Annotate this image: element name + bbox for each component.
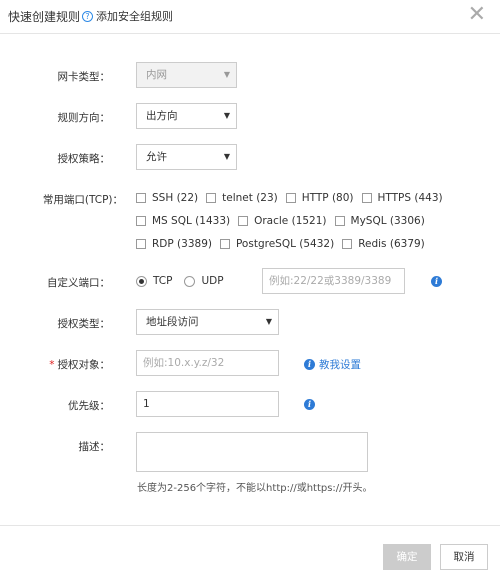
- checkbox-box[interactable]: [136, 193, 146, 203]
- nic-type-value: 内网: [146, 69, 167, 81]
- description-textarea[interactable]: [136, 432, 368, 472]
- port-checkbox-postgresql[interactable]: PostgreSQL (5432): [219, 238, 335, 250]
- checkbox-box[interactable]: [219, 239, 230, 249]
- priority-input[interactable]: 1: [136, 391, 279, 417]
- direction-select[interactable]: 出方向 ▼: [136, 103, 237, 129]
- port-label: MySQL (3306): [350, 215, 425, 227]
- port-label: Redis (6379): [358, 238, 425, 250]
- radio-circle-selected[interactable]: [136, 275, 147, 287]
- port-checkbox-ssh[interactable]: SSH (22): [136, 192, 198, 204]
- info-circle-icon[interactable]: i: [431, 276, 442, 287]
- common-ports-label: 常用端口(TCP)：: [42, 194, 123, 206]
- auth-type-select[interactable]: 地址段访问 ▼: [136, 309, 279, 335]
- info-circle-icon[interactable]: i: [304, 399, 315, 410]
- port-checkbox-mysql[interactable]: MySQL (3306): [334, 215, 425, 227]
- policy-select[interactable]: 允许 ▼: [136, 144, 237, 170]
- port-label: HTTP (80): [301, 192, 354, 204]
- direction-label: 规则方向：: [57, 112, 111, 124]
- port-label: HTTPS (443): [377, 192, 443, 204]
- custom-port-input[interactable]: 例如:22/22或3389/3389: [262, 268, 405, 294]
- checkbox-box[interactable]: [342, 239, 353, 249]
- direction-value: 出方向: [146, 110, 178, 122]
- ports-row-1: SSH (22) telnet (23) HTTP (80) HTTPS (44…: [136, 192, 451, 204]
- checkbox-box[interactable]: [136, 239, 146, 249]
- checkbox-box[interactable]: [285, 193, 296, 203]
- auth-type-label: 授权类型：: [57, 318, 111, 330]
- auth-object-label-text: 授权对象：: [57, 359, 111, 371]
- help-link-wrap[interactable]: ? 添加安全组规则: [82, 8, 173, 24]
- nic-type-label: 网卡类型：: [57, 71, 111, 83]
- question-circle-icon: ?: [82, 10, 93, 22]
- nic-type-select: 内网 ▼: [136, 62, 237, 88]
- port-checkbox-oracle[interactable]: Oracle (1521): [238, 215, 327, 227]
- ports-row-2: MS SQL (1433) Oracle (1521) MySQL (3306): [136, 215, 433, 227]
- checkbox-box[interactable]: [334, 216, 345, 226]
- radio-label: TCP: [153, 275, 173, 287]
- ports-row-3: RDP (3389) PostgreSQL (5432) Redis (6379…: [136, 238, 433, 250]
- port-label: MS SQL (1433): [152, 215, 231, 227]
- port-label: PostgreSQL (5432): [235, 238, 335, 250]
- priority-label: 优先级：: [68, 400, 110, 412]
- radio-circle[interactable]: [184, 275, 196, 287]
- checkbox-box[interactable]: [206, 193, 217, 203]
- auth-object-input[interactable]: 例如:10.x.y.z/32: [136, 350, 279, 376]
- teach-me-link[interactable]: i 教我设置: [304, 357, 361, 372]
- auth-object-label: * 授权对象：: [0, 357, 110, 372]
- port-label: telnet (23): [222, 192, 278, 204]
- port-checkbox-https[interactable]: HTTPS (443): [361, 192, 443, 204]
- port-label: SSH (22): [152, 192, 199, 204]
- port-label: Oracle (1521): [254, 215, 327, 227]
- confirm-button[interactable]: 确定: [383, 544, 431, 570]
- info-circle-icon: i: [304, 359, 315, 370]
- port-checkbox-http[interactable]: HTTP (80): [285, 192, 354, 204]
- dialog-header: 快速创建规则 ? 添加安全组规则 ✕: [0, 0, 500, 34]
- policy-label: 授权策略：: [57, 153, 111, 165]
- caret-down-icon: ▼: [223, 152, 230, 161]
- port-label: RDP (3389): [152, 238, 212, 250]
- port-checkbox-rdp[interactable]: RDP (3389): [136, 238, 212, 250]
- custom-port-label: 自定义端口：: [47, 277, 110, 289]
- dialog-title: 快速创建规则: [8, 10, 81, 24]
- description-hint: 长度为2-256个字符，不能以http://或https://开头。: [137, 483, 373, 494]
- checkbox-box[interactable]: [238, 216, 249, 226]
- required-mark: *: [49, 359, 55, 371]
- protocol-radio-group: TCP UDP: [136, 275, 236, 287]
- port-checkbox-mssql[interactable]: MS SQL (1433): [136, 215, 230, 227]
- port-checkbox-telnet[interactable]: telnet (23): [206, 192, 278, 204]
- caret-down-icon: ▼: [223, 70, 230, 79]
- checkbox-box[interactable]: [136, 216, 146, 226]
- caret-down-icon: ▼: [265, 317, 272, 326]
- caret-down-icon: ▼: [223, 111, 230, 120]
- cancel-button[interactable]: 取消: [440, 544, 488, 570]
- auth-type-value: 地址段访问: [146, 316, 199, 328]
- radio-udp[interactable]: UDP: [184, 275, 224, 287]
- add-rule-help-link[interactable]: 添加安全组规则: [96, 8, 173, 24]
- description-label: 描述：: [78, 441, 111, 453]
- policy-value: 允许: [146, 151, 167, 163]
- checkbox-box[interactable]: [361, 193, 372, 203]
- teach-me-label[interactable]: 教我设置: [319, 357, 361, 372]
- close-icon[interactable]: ✕: [468, 4, 486, 26]
- radio-label: UDP: [201, 275, 224, 287]
- port-checkbox-redis[interactable]: Redis (6379): [342, 238, 425, 250]
- radio-tcp[interactable]: TCP: [136, 275, 172, 287]
